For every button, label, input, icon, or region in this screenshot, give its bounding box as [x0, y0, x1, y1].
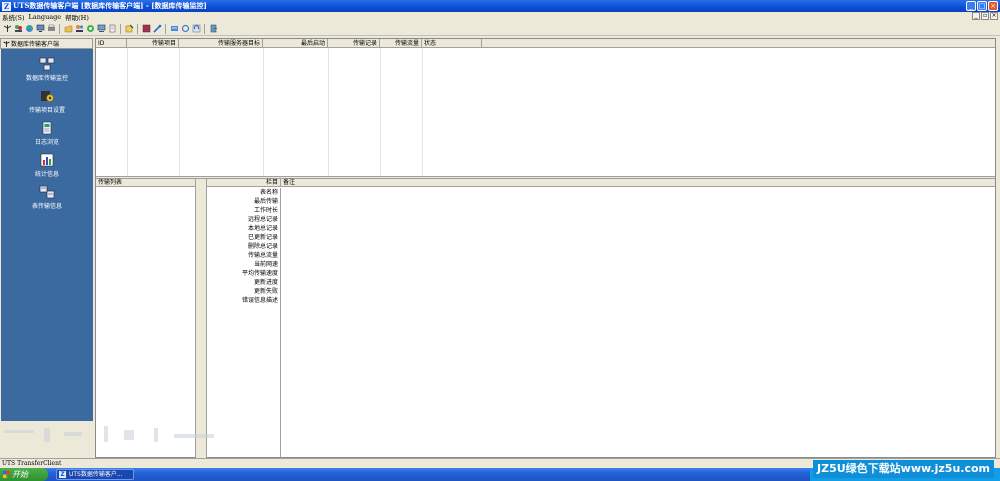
detail-row-label: 远程总记录 [247, 216, 278, 223]
mdi-controls: _ ▫ × [972, 12, 998, 20]
document-icon[interactable] [107, 24, 117, 34]
detail-row-label: 传输总流量 [247, 252, 278, 259]
app-window: Z UTS数据传输客户端 [数据库传输客户端] - [数据库传输监控] _ □ … [0, 0, 1000, 468]
column-header-traffic[interactable]: 传输流量 [380, 39, 422, 48]
detail-row-label: 错误信息描述 [241, 297, 278, 304]
detail-column-header-note[interactable]: 备注 [281, 179, 295, 186]
transfer-list-header[interactable]: 传输列表 [96, 179, 195, 187]
column-header-last-start[interactable]: 最后启动 [263, 39, 328, 48]
menu-help[interactable]: 帮助(H) [65, 12, 89, 22]
folder-icon[interactable] [63, 24, 73, 34]
maximize-button[interactable]: □ [977, 1, 987, 11]
app-logo-icon: Z [2, 1, 11, 11]
app-logo-icon: Z [59, 471, 66, 478]
printer-icon[interactable] [46, 24, 56, 34]
column-header-id[interactable]: ID [96, 39, 127, 48]
column-header-target-server[interactable]: 传输服务器目标 [179, 39, 263, 48]
toolbar-separator [137, 23, 138, 34]
toolbar-separator [120, 23, 121, 34]
column-header-records[interactable]: 传输记录 [328, 39, 380, 48]
toolbar-separator [59, 23, 60, 34]
detail-row-label: 最后传输 [253, 198, 278, 205]
sidebar-item-label: 日志浏览 [34, 139, 59, 146]
detail-rows: 表名称 最后传输 工作时长 远程总记录 本地总记录 已更新记录 删除总记录 传输… [207, 188, 281, 458]
vertical-splitter[interactable] [196, 179, 206, 458]
monitor-icon[interactable] [35, 24, 45, 34]
close-button[interactable]: × [988, 1, 998, 11]
antenna-icon[interactable] [2, 24, 12, 34]
minimize-button[interactable]: _ [966, 1, 976, 11]
sidebar: 数据库传输监控 传输项目设置 日志浏览 统计信息 表传输信息 [1, 49, 93, 421]
detail-row-label: 删除总记录 [247, 243, 278, 250]
users-icon[interactable] [13, 24, 23, 34]
detail-row-label: 已更新记录 [247, 234, 278, 241]
start-button[interactable]: 开始 [0, 468, 48, 481]
statistics-icon [40, 153, 54, 167]
detail-row-label: 更新进度 [253, 279, 278, 286]
antenna-icon [3, 41, 10, 47]
status-text: UTS TransferClient [2, 460, 62, 467]
book-icon[interactable] [141, 24, 151, 34]
sidebar-item-label: 数据库传输监控 [25, 75, 68, 82]
settings-gear-icon [41, 91, 54, 102]
detail-row-label: 当前网速 [253, 261, 278, 268]
detail-row-label: 更新失败 [253, 288, 278, 295]
detail-row-label: 平均传输速度 [241, 270, 278, 277]
sidebar-item-monitor[interactable]: 数据库传输监控 [1, 57, 93, 82]
mdi-restore-button[interactable]: ▫ [981, 12, 989, 20]
computer-icon[interactable] [96, 24, 106, 34]
detail-row-label: 工作时长 [253, 207, 278, 214]
taskbar-item-label: UTS数据传输客户... [69, 471, 123, 478]
transfer-list-panel: 传输列表 [96, 179, 196, 458]
people-icon[interactable] [74, 24, 84, 34]
watermark-banner: JZ5U绿色下载站www.jz5u.com [813, 460, 994, 478]
toolbar-separator [204, 23, 205, 34]
detail-row-label: 本地总记录 [247, 225, 278, 232]
transfer-grid-header: ID 传输项目 传输服务器目标 最后启动 传输记录 传输流量 状态 [96, 39, 995, 48]
main-content: ID 传输项目 传输服务器目标 最后启动 传输记录 传输流量 状态 传输列表 栏… [95, 38, 996, 458]
toolbar [0, 22, 1000, 36]
edit-icon[interactable] [124, 24, 134, 34]
taskbar-item-app[interactable]: Z UTS数据传输客户... [56, 469, 134, 480]
network-icon[interactable] [85, 24, 95, 34]
globe-icon[interactable] [24, 24, 34, 34]
column-header-project[interactable]: 传输项目 [127, 39, 179, 48]
sidebar-item-project-settings[interactable]: 传输项目设置 [1, 89, 93, 114]
refresh-icon[interactable] [191, 24, 201, 34]
detail-column-header-item[interactable]: 栏目 [207, 179, 281, 186]
sidebar-header: 数据库传输客户端 [0, 38, 93, 49]
tools-icon[interactable] [152, 24, 162, 34]
sidebar-item-label: 统计信息 [34, 171, 59, 178]
sidebar-item-label: 表传输信息 [31, 203, 62, 210]
windows-logo-icon [3, 471, 10, 478]
detail-panel: 栏目 备注 表名称 最后传输 工作时长 远程总记录 本地总记录 已更新记录 删除… [206, 179, 995, 458]
window-title: UTS数据传输客户端 [数据库传输客户端] - [数据库传输监控] [13, 1, 207, 10]
column-header-status[interactable]: 状态 [422, 39, 482, 48]
menu-system[interactable]: 系统(S) [2, 12, 25, 22]
table-transfer-icon [39, 185, 55, 199]
start-label: 开始 [12, 470, 28, 479]
menu-language[interactable]: Language [29, 13, 62, 21]
sidebar-header-label: 数据库传输客户端 [11, 41, 60, 48]
exit-icon[interactable] [208, 24, 218, 34]
sidebar-item-statistics[interactable]: 统计信息 [1, 153, 93, 178]
log-icon [42, 121, 52, 135]
detail-row-label: 表名称 [259, 189, 278, 196]
transfer-grid-body[interactable] [96, 48, 995, 176]
detail-header: 栏目 备注 [207, 179, 995, 187]
mdi-close-button[interactable]: × [990, 12, 998, 20]
sidebar-item-label: 传输项目设置 [28, 107, 65, 114]
menu-bar: 系统(S) Language 帮助(H) [0, 12, 1000, 22]
sidebar-item-log-browse[interactable]: 日志浏览 [1, 121, 93, 146]
sidebar-item-table-transfer[interactable]: 表传输信息 [1, 185, 93, 210]
sync-icon[interactable] [180, 24, 190, 34]
toolbar-separator [165, 23, 166, 34]
window-controls: _ □ × [966, 1, 998, 11]
transfer-icon[interactable] [169, 24, 179, 34]
mdi-minimize-button[interactable]: _ [972, 12, 980, 20]
title-bar[interactable]: Z UTS数据传输客户端 [数据库传输客户端] - [数据库传输监控] _ □ … [0, 0, 1000, 12]
monitor-icon [39, 57, 55, 71]
rendering-artifact [4, 426, 214, 442]
